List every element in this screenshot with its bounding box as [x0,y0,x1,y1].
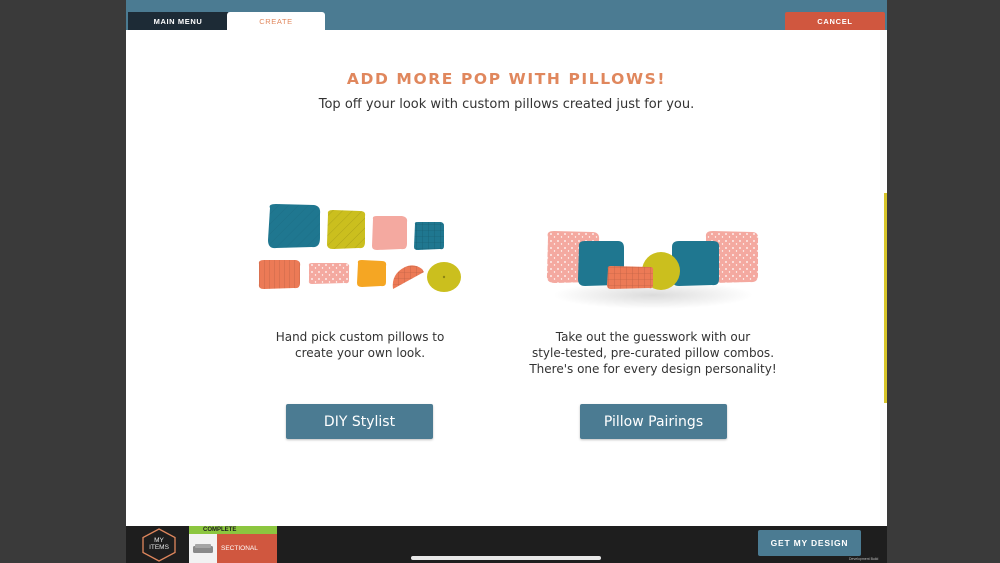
status-badge: COMPLETE [189,526,277,534]
diy-description: Hand pick custom pillows to create your … [275,330,445,360]
page-title: ADD MORE POP WITH PILLOWS! [346,70,667,88]
diy-stylist-button[interactable]: DIY Stylist [286,404,433,439]
pillow-pairings-button[interactable]: Pillow Pairings [580,404,727,439]
screen: MAIN MENU CREATE CANCEL ADD MORE POP WIT… [0,0,1000,563]
side-accent-bar [884,193,887,403]
item-name: SECTIONAL [217,534,277,563]
my-items-label: MY ITEMS [149,537,169,551]
assorted-pillows-illustration [258,204,461,292]
page-subtitle: Top off your look with custom pillows cr… [318,97,695,112]
build-label: Development Build [849,557,879,561]
app-window: MAIN MENU CREATE CANCEL ADD MORE POP WIT… [126,0,887,563]
my-items-button[interactable]: MY ITEMS [140,528,178,562]
top-bar: MAIN MENU CREATE CANCEL [126,0,887,30]
pillow-pairing-illustration [546,231,759,309]
sectional-status-card[interactable]: COMPLETE SECTIONAL [189,526,277,563]
tab-main-menu[interactable]: MAIN MENU [128,12,228,30]
sofa-icon [189,534,217,563]
home-indicator[interactable] [411,556,601,560]
bottom-bar: MY ITEMS COMPLETE SECTIONAL GET MY DESIG… [126,526,887,563]
tab-create[interactable]: CREATE [227,12,325,30]
pairings-description: Take out the guesswork with our style-te… [529,330,777,376]
get-my-design-button[interactable]: GET MY DESIGN [758,530,861,556]
cancel-button[interactable]: CANCEL [785,12,885,30]
